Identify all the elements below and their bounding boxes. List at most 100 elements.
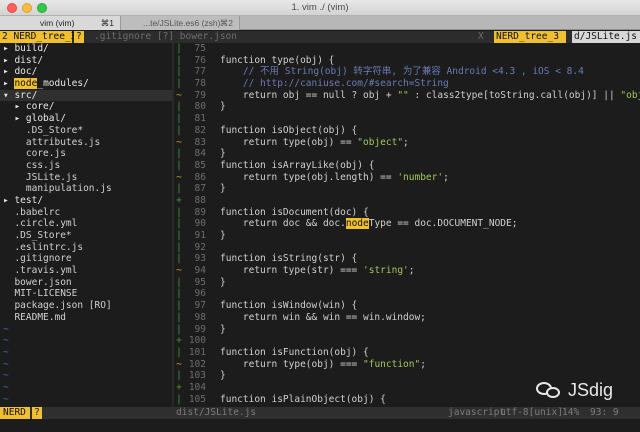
code-line[interactable]: +100 <box>174 335 640 347</box>
line-number: 87 <box>194 183 206 195</box>
code-line[interactable]: | 95} <box>174 277 640 289</box>
code-line[interactable]: ~83 return type(obj) == "object"; <box>174 137 640 149</box>
code-line[interactable]: | 91} <box>174 230 640 242</box>
git-sign: | <box>176 148 182 160</box>
git-sign: ~ <box>176 136 182 148</box>
code-line[interactable]: | 97 function isWindow(win) { <box>174 300 640 312</box>
code-line[interactable]: | 78 // http://caniuse.com/#search=String <box>174 78 640 90</box>
tree-file-item[interactable]: attributes.js <box>0 137 172 149</box>
tree-file-item[interactable]: core.js <box>0 148 172 160</box>
line-number: 81 <box>194 113 206 125</box>
editor-pane[interactable]: | 75 | 76 function type(obj) {| 77 // 不用 Stri… <box>174 43 640 407</box>
code-line[interactable]: | 87} <box>174 183 640 195</box>
line-number: 99 <box>194 323 206 335</box>
code-text: return type(obj) == "object"; <box>220 136 409 148</box>
code-line[interactable]: | 99} <box>174 324 640 336</box>
tree-file-item[interactable]: .DS_Store* <box>0 230 172 242</box>
code-line[interactable]: | 90 return doc && doc.nodeType == doc.DO… <box>174 218 640 230</box>
code-text: } <box>220 230 226 241</box>
tree-dir-item[interactable]: ▸ node_modules/ <box>0 78 172 90</box>
code-text: // http://caniuse.com/#search=String <box>220 78 449 90</box>
line-number: 92 <box>194 241 206 253</box>
empty-line-marker: ~ <box>3 335 9 347</box>
tree-file-item[interactable]: .travis.yml <box>0 265 172 277</box>
command-line[interactable] <box>0 419 640 432</box>
line-number: 91 <box>194 230 206 241</box>
tree-file-item[interactable]: README.md <box>0 312 172 324</box>
tree-dir-item[interactable]: ▸ test/ <box>0 195 172 207</box>
vim-tab-active-file[interactable]: d/JSLite.js <box>572 31 640 43</box>
code-text: return doc && doc.nodeType == doc.DOCUME… <box>220 218 518 230</box>
status-encoding: utf-8[unix] <box>500 407 563 418</box>
empty-line-marker: ~ <box>3 323 9 335</box>
terminal-tab-vim[interactable]: vim (vim) ⌘1 <box>0 16 120 30</box>
code-line[interactable]: | 76 function type(obj) { <box>174 55 640 67</box>
tree-dir-item[interactable]: ▸ build/ <box>0 43 172 55</box>
vim-tab-nerdtree-right[interactable]: NERD_tree_3 <box>494 31 566 43</box>
code-line[interactable]: | 96 <box>174 288 640 300</box>
code-line[interactable]: | 93 function isString(str) { <box>174 253 640 265</box>
tree-dir-item[interactable]: ▸ global/ <box>0 113 172 125</box>
code-line[interactable]: | 98 return win && win == win.window; <box>174 312 640 324</box>
tree-file-item[interactable]: .eslintrc.js <box>0 242 172 254</box>
git-sign: | <box>176 346 182 358</box>
status-filename: dist/JSLite.js <box>176 407 257 418</box>
status-filetype: javascript <box>448 407 506 418</box>
tree-dir-item[interactable]: ▸ core/ <box>0 101 172 113</box>
line-number: 83 <box>194 136 206 148</box>
tree-file-item[interactable]: css.js <box>0 160 172 172</box>
git-sign: + <box>176 194 182 206</box>
line-number: 79 <box>194 89 206 101</box>
line-number: 77 <box>194 66 206 78</box>
line-number: 98 <box>194 311 206 323</box>
vim-tab-nerdtree[interactable]: 2 NERD_tree_3 <box>0 31 76 43</box>
tree-dir-item[interactable]: ▾ src/ <box>0 89 172 102</box>
code-line[interactable]: | 92 <box>174 242 640 254</box>
tree-file-item[interactable]: MIT-LICENSE <box>0 288 172 300</box>
tree-dir-item[interactable]: ▸ doc/ <box>0 66 172 78</box>
code-line[interactable]: +88 <box>174 195 640 207</box>
git-sign: + <box>176 335 182 347</box>
tree-file-item[interactable]: manipulation.js <box>0 183 172 195</box>
line-number: 101 <box>188 346 206 358</box>
tree-file-item[interactable]: .babelrc <box>0 207 172 219</box>
code-line[interactable]: | 84} <box>174 148 640 160</box>
help-icon: ? <box>74 31 84 43</box>
code-line[interactable]: ~94 return type(str) === 'string'; <box>174 265 640 277</box>
code-line[interactable]: | 77 // 不用 String(obj) 转字符串, 为了兼容 Android… <box>174 66 640 78</box>
search-highlight: node <box>14 78 38 90</box>
code-line[interactable]: | 81 <box>174 113 640 125</box>
git-sign: | <box>176 113 182 125</box>
tree-file-item[interactable]: .gitignore <box>0 253 172 265</box>
code-line[interactable]: ~79 return obj == null ? obj + "" : clas… <box>174 90 640 102</box>
code-text: } <box>220 276 226 288</box>
line-number: 105 <box>188 393 206 405</box>
tree-file-item[interactable]: JSLite.js <box>0 172 172 184</box>
git-sign: | <box>176 276 182 288</box>
git-sign: | <box>176 288 182 300</box>
vim-tab-inactive[interactable]: .gitignore [?] bower.json <box>92 31 239 43</box>
code-line[interactable]: ~102 return type(obj) === "function"; <box>174 359 640 371</box>
tree-file-item[interactable]: package.json [RO] <box>0 300 172 312</box>
tree-file-item[interactable]: .DS_Store* <box>0 125 172 137</box>
code-text: return type(obj) === "function"; <box>220 358 426 370</box>
code-line[interactable]: ~86 return type(obj.length) == 'number'; <box>174 172 640 184</box>
code-line[interactable]: | 82 function isObject(obj) { <box>174 125 640 137</box>
vim-tabline: 2 NERD_tree_3 ? .gitignore [?] bower.jso… <box>0 31 640 43</box>
line-number: 88 <box>194 194 206 206</box>
code-line[interactable]: | 89 function isDocument(doc) { <box>174 207 640 219</box>
code-line[interactable]: | 75 <box>174 43 640 55</box>
code-line[interactable]: | 101 function isFunction(obj) { <box>174 347 640 359</box>
close-tab-button[interactable]: X <box>476 31 486 43</box>
line-number: 93 <box>194 253 206 265</box>
terminal-tab-zsh[interactable]: ...te/JSLite.es6 (zsh) ⌘2 <box>120 16 240 30</box>
code-text: function isString(str) { <box>220 253 358 265</box>
code-line[interactable]: | 85 function isArrayLike(obj) { <box>174 160 640 172</box>
tree-dir-item[interactable]: ▸ dist/ <box>0 55 172 67</box>
nerdtree-pane[interactable]: ▸ build/▸ dist/▸ doc/▸ node_modules/▾ sr… <box>0 43 172 407</box>
code-text: } <box>220 323 226 335</box>
tree-file-item[interactable]: .circle.yml <box>0 218 172 230</box>
tree-file-item[interactable]: bower.json <box>0 277 172 289</box>
line-number: 89 <box>194 206 206 218</box>
code-line[interactable]: | 80} <box>174 101 640 113</box>
